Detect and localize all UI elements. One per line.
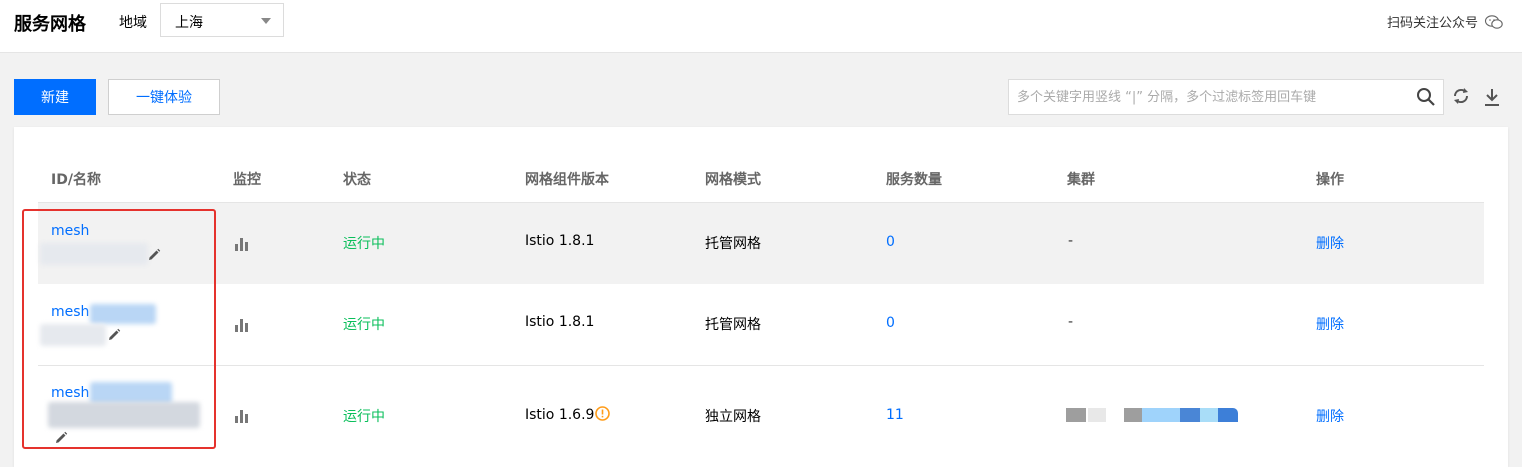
column-header-version: 网格组件版本 <box>525 172 609 188</box>
version-text: Istio 1.8.1 <box>525 314 595 330</box>
table-row: mesh 运行中 Istio 1.8.1 托管网格 0 - 删除 <box>38 284 1484 366</box>
cluster-text: - <box>1068 314 1074 330</box>
status-badge: 运行中 <box>343 236 385 252</box>
delete-link[interactable]: 删除 <box>1316 233 1344 253</box>
version-text: Istio 1.8.1 <box>525 233 595 249</box>
delete-link[interactable]: 删除 <box>1316 314 1344 334</box>
region-label: 地域 <box>119 15 147 31</box>
new-mesh-button[interactable]: 新建 <box>14 79 96 115</box>
cluster-text: - <box>1068 233 1074 249</box>
monitor-chart-icon[interactable] <box>234 236 250 252</box>
status-badge: 运行中 <box>343 409 385 425</box>
highlight-annotation-box <box>22 209 216 449</box>
mode-text: 独立网格 <box>705 409 761 425</box>
mode-text: 托管网格 <box>705 236 761 252</box>
column-header-service-count: 服务数量 <box>886 172 942 188</box>
search-input[interactable] <box>1009 80 1425 114</box>
monitor-chart-icon[interactable] <box>234 408 250 424</box>
service-count-link[interactable]: 0 <box>886 315 895 331</box>
follow-wechat-link[interactable]: 扫码关注公众号 <box>1387 12 1504 31</box>
service-count-link[interactable]: 0 <box>886 234 895 250</box>
page-title: 服务网格 <box>14 14 86 35</box>
column-header-id-name: ID/名称 <box>51 172 101 188</box>
monitor-chart-icon[interactable] <box>234 317 250 333</box>
table-row: mesh 运行中 Istio 1.6.9 独立网格 11 删除 <box>38 366 1484 467</box>
column-header-mode: 网格模式 <box>705 172 761 188</box>
refresh-icon[interactable] <box>1452 87 1470 105</box>
status-badge: 运行中 <box>343 317 385 333</box>
column-header-actions: 操作 <box>1316 172 1344 188</box>
version-cell: Istio 1.6.9 <box>525 406 611 423</box>
follow-label: 扫码关注公众号 <box>1386 16 1478 31</box>
service-count-link[interactable]: 11 <box>886 407 904 423</box>
top-bar: 服务网格 地域 上海 扫码关注公众号 <box>0 0 1522 53</box>
search-icon[interactable] <box>1415 86 1437 108</box>
download-icon[interactable] <box>1483 87 1501 107</box>
column-header-monitor: 监控 <box>233 172 261 188</box>
table-header: ID/名称 监控 状态 网格组件版本 网格模式 服务数量 集群 操作 <box>38 127 1484 201</box>
region-select[interactable]: 上海 <box>160 3 284 37</box>
version-text: Istio 1.6.9 <box>525 407 595 423</box>
wechat-icon <box>1484 14 1503 29</box>
mesh-table: ID/名称 监控 状态 网格组件版本 网格模式 服务数量 集群 操作 mesh … <box>14 127 1508 467</box>
table-row: mesh 运行中 Istio 1.8.1 托管网格 0 - 删除 <box>38 202 1484 285</box>
quick-trial-button[interactable]: 一键体验 <box>108 79 220 115</box>
column-header-status: 状态 <box>343 172 371 188</box>
mode-text: 托管网格 <box>705 317 761 333</box>
region-selected-value: 上海 <box>175 15 203 31</box>
delete-link[interactable]: 删除 <box>1316 406 1344 426</box>
column-header-cluster: 集群 <box>1067 172 1095 188</box>
warning-icon[interactable] <box>595 406 611 421</box>
search-box <box>1008 79 1444 115</box>
chevron-down-icon <box>261 18 271 24</box>
